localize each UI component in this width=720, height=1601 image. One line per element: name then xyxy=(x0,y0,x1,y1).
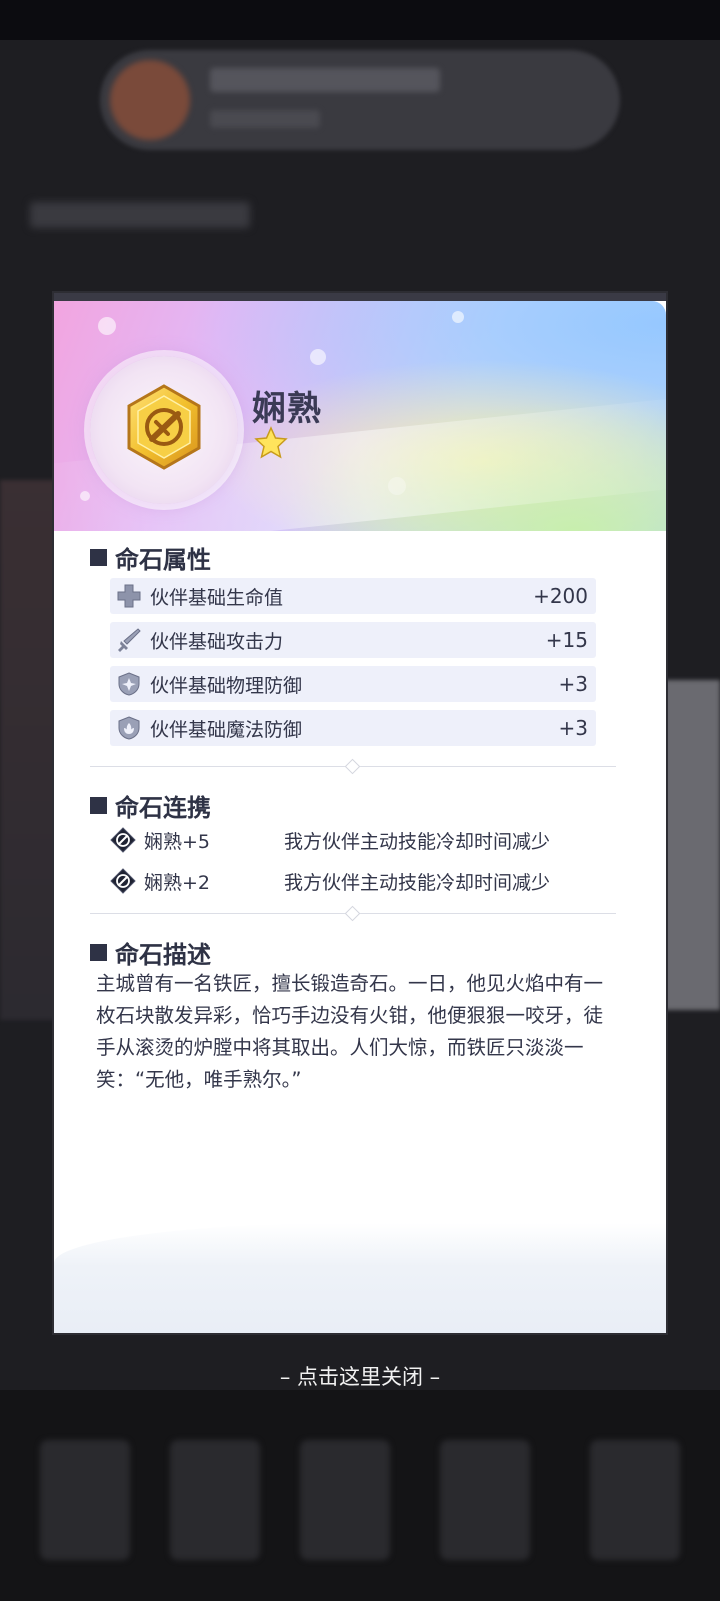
star-rating-icon xyxy=(254,426,288,459)
background-avatar xyxy=(110,60,190,140)
attribute-label: 伙伴基础攻击力 xyxy=(150,630,284,653)
background-panel xyxy=(660,680,720,1010)
background-text-blur xyxy=(210,110,320,128)
link-gem-icon xyxy=(110,868,136,894)
section-attributes-title: 命石属性 xyxy=(90,540,211,575)
section-bullet xyxy=(90,549,107,566)
background-top-bar xyxy=(0,0,720,40)
link-gem-icon xyxy=(110,827,136,853)
sword-gem-icon xyxy=(127,384,201,470)
sword-icon xyxy=(114,625,144,655)
background-slot xyxy=(40,1440,130,1560)
attribute-row-physical-defense: 伙伴基础物理防御 +3 xyxy=(110,666,596,702)
background-text-blur xyxy=(210,68,440,92)
link-effect: 我方伙伴主动技能冷却时间减少 xyxy=(284,830,551,853)
attribute-value: +3 xyxy=(558,716,588,740)
attribute-row-hp: 伙伴基础生命值 +200 xyxy=(110,578,596,614)
card-bottom-decoration xyxy=(54,1223,666,1333)
magic-shield-icon xyxy=(114,713,144,743)
section-bullet xyxy=(90,797,107,814)
attribute-value: +200 xyxy=(533,584,588,608)
attribute-row-attack: 伙伴基础攻击力 +15 xyxy=(110,622,596,658)
section-links-title: 命石连携 xyxy=(90,788,211,823)
attribute-label: 伙伴基础物理防御 xyxy=(150,674,303,697)
section-divider xyxy=(90,758,616,775)
background-slot xyxy=(300,1440,390,1560)
attribute-label: 伙伴基础生命值 xyxy=(150,586,284,609)
background-slot xyxy=(590,1440,680,1560)
link-effect: 我方伙伴主动技能冷却时间减少 xyxy=(284,871,551,894)
gem-header-banner: 娴熟 xyxy=(54,301,666,558)
gem-detail-card: 娴熟 命石属性 伙伴基础生命值 +200 伙伴基础攻击力 +15 伙伴基础物理防… xyxy=(54,293,666,1333)
gem-portrait xyxy=(90,356,238,504)
card-top-edge xyxy=(54,293,666,301)
attribute-value: +3 xyxy=(558,672,588,696)
background-art xyxy=(0,480,60,1020)
gem-description: 主城曾有一名铁匠，擅长锻造奇石。一日，他见火焰中有一枚石块散发异彩，恰巧手边没有… xyxy=(96,972,604,1091)
close-hint-button[interactable]: – 点击这里关闭 – xyxy=(0,1361,720,1391)
bokeh-dot xyxy=(98,317,116,335)
background-slot xyxy=(170,1440,260,1560)
background-slot xyxy=(440,1440,530,1560)
background-text-blur xyxy=(30,202,250,228)
section-description-title: 命石描述 xyxy=(90,935,211,970)
attribute-value: +15 xyxy=(545,628,588,652)
bokeh-dot xyxy=(310,349,326,365)
attribute-row-magic-defense: 伙伴基础魔法防御 +3 xyxy=(110,710,596,746)
shield-icon xyxy=(114,669,144,699)
bokeh-dot xyxy=(80,491,90,501)
bokeh-dot xyxy=(388,477,406,495)
section-divider xyxy=(90,905,616,922)
attribute-label: 伙伴基础魔法防御 xyxy=(150,718,303,741)
hp-cross-icon xyxy=(114,581,144,611)
section-bullet xyxy=(90,944,107,961)
link-name: 娴熟+2 xyxy=(144,871,211,894)
link-row: 娴熟+5 我方伙伴主动技能冷却时间减少 xyxy=(110,825,630,855)
bokeh-dot xyxy=(452,311,464,323)
gem-name: 娴熟 xyxy=(252,389,322,429)
link-row: 娴熟+2 我方伙伴主动技能冷却时间减少 xyxy=(110,866,630,896)
link-name: 娴熟+5 xyxy=(144,830,211,853)
